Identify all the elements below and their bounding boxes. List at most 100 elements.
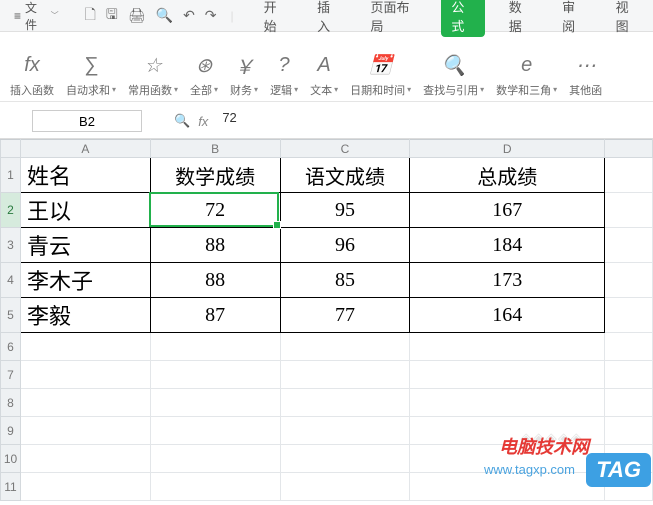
cell[interactable] [410, 361, 605, 389]
cell[interactable] [605, 263, 653, 298]
doc-icon[interactable]: 🗋 [85, 4, 96, 28]
col-header-D[interactable]: D [410, 140, 605, 158]
col-header-B[interactable]: B [150, 140, 280, 158]
cell[interactable]: 语文成绩 [280, 158, 410, 193]
active-cell[interactable]: 72 [150, 193, 280, 228]
save-icon[interactable]: 🖫 [106, 4, 118, 28]
name-box[interactable]: B2 [32, 110, 142, 132]
tab-审阅[interactable]: 审阅 [556, 0, 591, 37]
col-header-A[interactable]: A [20, 140, 150, 158]
row-header[interactable]: 8 [1, 389, 21, 417]
cell[interactable]: 王以 [20, 193, 150, 228]
cell[interactable]: 李木子 [20, 263, 150, 298]
redo-icon[interactable]: ↷ [205, 7, 217, 24]
column-headers: A B C D [1, 140, 653, 158]
ribbon-日期和时间[interactable]: 📅日期和时间▾ [346, 36, 415, 98]
cell[interactable] [280, 445, 410, 473]
cell[interactable] [280, 473, 410, 501]
row-header[interactable]: 9 [1, 417, 21, 445]
cell[interactable] [605, 361, 653, 389]
chevron-down-icon: ▾ [214, 85, 218, 94]
tab-插入[interactable]: 插入 [311, 0, 346, 37]
magnify-icon[interactable]: 🔍 [174, 113, 190, 129]
cell[interactable] [150, 333, 280, 361]
cell[interactable]: 88 [150, 263, 280, 298]
cell[interactable]: 184 [410, 228, 605, 263]
cell[interactable] [280, 417, 410, 445]
cell[interactable] [150, 361, 280, 389]
tab-公式[interactable]: 公式 [441, 0, 484, 37]
cell[interactable] [410, 333, 605, 361]
col-header-blank[interactable] [605, 140, 653, 158]
row-header[interactable]: 3 [1, 228, 21, 263]
ribbon-label: 财务▾ [230, 82, 258, 98]
preview-icon[interactable]: 🔍 [156, 7, 173, 24]
ribbon-财务[interactable]: ￥财务▾ [226, 36, 262, 98]
tab-视图[interactable]: 视图 [610, 0, 645, 37]
row-header[interactable]: 5 [1, 298, 21, 333]
cell[interactable]: 167 [410, 193, 605, 228]
tab-开始[interactable]: 开始 [258, 0, 293, 37]
ribbon-逻辑[interactable]: ?逻辑▾ [266, 36, 302, 98]
cell[interactable]: 95 [280, 193, 410, 228]
cell[interactable]: 总成绩 [410, 158, 605, 193]
row-header[interactable]: 7 [1, 361, 21, 389]
undo-icon[interactable]: ↶ [183, 7, 195, 24]
cell[interactable]: 青云 [20, 228, 150, 263]
fx-icon[interactable]: fx [198, 114, 208, 129]
ribbon-tabs: 开始插入页面布局公式数据审阅视图 [258, 0, 645, 37]
cell[interactable] [150, 389, 280, 417]
cell[interactable] [280, 389, 410, 417]
cell[interactable] [20, 473, 150, 501]
cell[interactable]: 姓名 [20, 158, 150, 193]
cell[interactable]: 96 [280, 228, 410, 263]
cell[interactable] [605, 193, 653, 228]
cell[interactable]: 85 [280, 263, 410, 298]
ribbon-自动求和[interactable]: ∑自动求和▾ [62, 36, 120, 98]
ribbon-文本[interactable]: A文本▾ [306, 36, 342, 98]
row-header[interactable]: 10 [1, 445, 21, 473]
ribbon-全部[interactable]: ⊛全部▾ [186, 36, 222, 98]
cell[interactable] [605, 228, 653, 263]
row-header[interactable]: 6 [1, 333, 21, 361]
cell[interactable] [20, 417, 150, 445]
cell[interactable] [20, 445, 150, 473]
cell[interactable]: 87 [150, 298, 280, 333]
tab-数据[interactable]: 数据 [503, 0, 538, 37]
cell[interactable] [150, 417, 280, 445]
cell[interactable]: 88 [150, 228, 280, 263]
tab-页面布局[interactable]: 页面布局 [365, 0, 424, 37]
ribbon-查找与引用[interactable]: 🔍查找与引用▾ [419, 36, 488, 98]
cell[interactable] [20, 333, 150, 361]
col-header-C[interactable]: C [280, 140, 410, 158]
cell[interactable] [150, 445, 280, 473]
row-header[interactable]: 1 [1, 158, 21, 193]
row-header[interactable]: 2 [1, 193, 21, 228]
select-all-corner[interactable] [1, 140, 21, 158]
ribbon-其他函[interactable]: ⋯其他函 [565, 36, 606, 98]
cell[interactable] [280, 333, 410, 361]
file-menu[interactable]: ≡ 文件 ﹀ [8, 0, 65, 35]
cell[interactable]: 李毅 [20, 298, 150, 333]
cell[interactable]: 77 [280, 298, 410, 333]
cell[interactable] [605, 333, 653, 361]
cell[interactable] [410, 389, 605, 417]
cell[interactable] [605, 298, 653, 333]
row-header[interactable]: 11 [1, 473, 21, 501]
cell[interactable] [605, 158, 653, 193]
formula-input[interactable]: 72 [216, 110, 647, 132]
print-icon[interactable]: 🖨 [128, 7, 146, 24]
ribbon-常用函数[interactable]: ☆常用函数▾ [124, 36, 182, 98]
row-header[interactable]: 4 [1, 263, 21, 298]
cell[interactable] [20, 389, 150, 417]
cell[interactable] [280, 361, 410, 389]
cell[interactable] [605, 417, 653, 445]
ribbon-数学和三角[interactable]: e数学和三角▾ [492, 36, 561, 98]
ribbon-插入函数[interactable]: fx插入函数 [6, 36, 58, 98]
cell[interactable]: 数学成绩 [150, 158, 280, 193]
cell[interactable]: 173 [410, 263, 605, 298]
cell[interactable]: 164 [410, 298, 605, 333]
cell[interactable] [150, 473, 280, 501]
cell[interactable] [20, 361, 150, 389]
cell[interactable] [605, 389, 653, 417]
